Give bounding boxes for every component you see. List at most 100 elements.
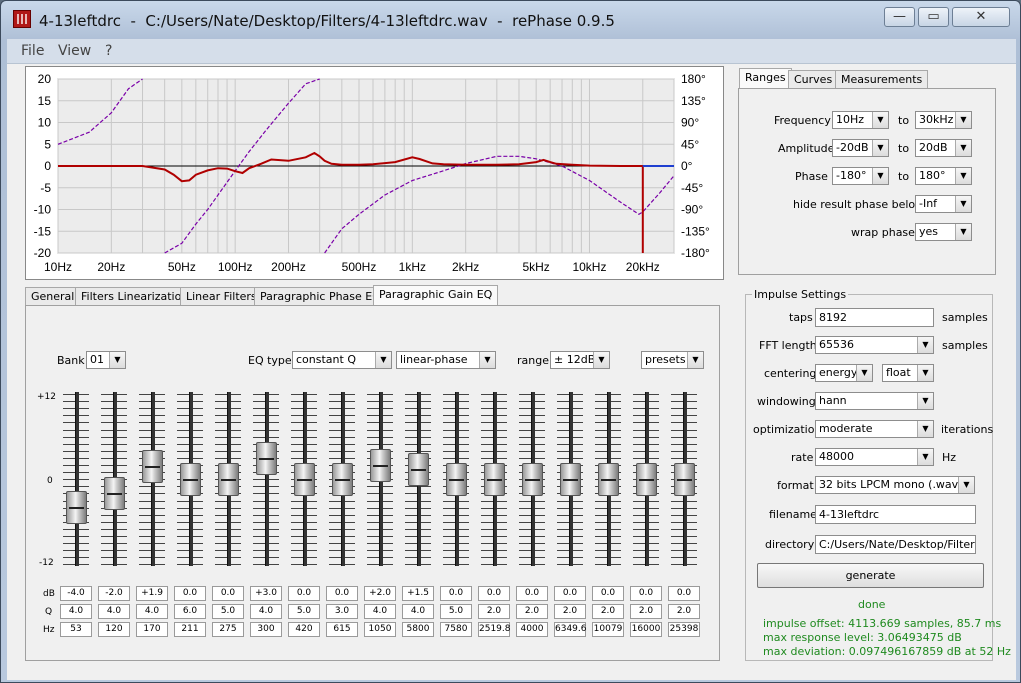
fader-knob[interactable] <box>218 463 239 496</box>
band-q-value[interactable]: 2.0 <box>630 604 662 619</box>
band-q-value[interactable]: 2.0 <box>478 604 510 619</box>
fader-knob[interactable] <box>674 463 695 496</box>
band-db-value[interactable]: 0.0 <box>554 586 586 601</box>
fft-length-select[interactable]: 65536 ▼ <box>815 336 934 354</box>
eq-type-select[interactable]: constant Q ▼ <box>292 351 392 369</box>
band-q-value[interactable]: 4.0 <box>60 604 92 619</box>
band-hz-value[interactable]: 420 <box>288 622 320 637</box>
eq-fader-1[interactable] <box>60 388 92 570</box>
tab-paragraphic-gain-eq[interactable]: Paragraphic Gain EQ <box>373 285 499 305</box>
menu-help[interactable]: ? <box>105 43 112 59</box>
band-q-value[interactable]: 5.0 <box>212 604 244 619</box>
fader-knob[interactable] <box>66 491 87 524</box>
band-db-value[interactable]: 0.0 <box>174 586 206 601</box>
eq-fader-17[interactable] <box>668 388 700 570</box>
fader-knob[interactable] <box>560 463 581 496</box>
band-hz-value[interactable]: 16000 <box>630 622 662 637</box>
fader-knob[interactable] <box>294 463 315 496</box>
band-hz-value[interactable]: 1050 <box>364 622 396 637</box>
band-db-value[interactable]: +1.5 <box>402 586 434 601</box>
wrap-phase-select[interactable]: yes ▼ <box>915 223 972 241</box>
band-db-value[interactable]: 0.0 <box>516 586 548 601</box>
band-q-value[interactable]: 2.0 <box>668 604 700 619</box>
windowing-select[interactable]: hann ▼ <box>815 392 934 410</box>
eq-fader-5[interactable] <box>212 388 244 570</box>
band-db-value[interactable]: 0.0 <box>592 586 624 601</box>
band-q-value[interactable]: 6.0 <box>174 604 206 619</box>
fader-knob[interactable] <box>484 463 505 496</box>
band-q-value[interactable]: 5.0 <box>440 604 472 619</box>
band-hz-value[interactable]: 300 <box>250 622 282 637</box>
fader-knob[interactable] <box>180 463 201 496</box>
band-hz-value[interactable]: 615 <box>326 622 358 637</box>
menu-file[interactable]: File <box>21 43 44 59</box>
eq-fader-8[interactable] <box>326 388 358 570</box>
eq-fader-16[interactable] <box>630 388 662 570</box>
directory-field[interactable]: C:/Users/Nate/Desktop/Filters <box>815 535 976 554</box>
menu-view[interactable]: View <box>58 43 91 59</box>
fader-knob[interactable] <box>142 449 163 483</box>
band-hz-value[interactable]: 211 <box>174 622 206 637</box>
eq-fader-11[interactable] <box>440 388 472 570</box>
eq-fader-12[interactable] <box>478 388 510 570</box>
band-q-value[interactable]: 4.0 <box>402 604 434 619</box>
band-db-value[interactable]: 0.0 <box>440 586 472 601</box>
band-hz-value[interactable]: 120 <box>98 622 130 637</box>
band-q-value[interactable]: 3.0 <box>326 604 358 619</box>
fader-knob[interactable] <box>332 463 353 496</box>
band-hz-value[interactable]: 5800 <box>402 622 434 637</box>
band-db-value[interactable]: -2.0 <box>98 586 130 601</box>
fader-knob[interactable] <box>408 452 429 486</box>
eq-fader-7[interactable] <box>288 388 320 570</box>
format-select[interactable]: 32 bits LPCM mono (.wav) ▼ <box>815 476 975 494</box>
eq-fader-15[interactable] <box>592 388 624 570</box>
frequency-to-select[interactable]: 30kHz ▼ <box>915 111 972 129</box>
minimize-button[interactable]: — <box>884 7 915 27</box>
phase-mode-select[interactable]: linear-phase ▼ <box>396 351 496 369</box>
centering-mode-select[interactable]: float ▼ <box>882 364 934 382</box>
band-hz-value[interactable]: 53 <box>60 622 92 637</box>
range-select[interactable]: ± 12dB ▼ <box>550 351 610 369</box>
band-q-value[interactable]: 4.0 <box>364 604 396 619</box>
eq-fader-14[interactable] <box>554 388 586 570</box>
fader-knob[interactable] <box>636 463 657 496</box>
band-db-value[interactable]: +2.0 <box>364 586 396 601</box>
phase-from-select[interactable]: -180° ▼ <box>832 167 889 185</box>
close-button[interactable]: ✕ <box>952 7 1010 27</box>
band-q-value[interactable]: 4.0 <box>98 604 130 619</box>
band-q-value[interactable]: 4.0 <box>250 604 282 619</box>
band-q-value[interactable]: 2.0 <box>516 604 548 619</box>
phase-to-select[interactable]: 180° ▼ <box>915 167 972 185</box>
tab-general[interactable]: General <box>25 287 81 305</box>
eq-fader-9[interactable] <box>364 388 396 570</box>
band-db-value[interactable]: 0.0 <box>212 586 244 601</box>
filename-field[interactable]: 4-13leftdrc <box>815 505 976 524</box>
maximize-button[interactable]: ▭ <box>918 7 949 27</box>
band-q-value[interactable]: 2.0 <box>554 604 586 619</box>
generate-button[interactable]: generate <box>757 563 984 588</box>
band-db-value[interactable]: +3.0 <box>250 586 282 601</box>
fader-knob[interactable] <box>256 442 277 475</box>
tab-linear-filters[interactable]: Linear Filters <box>180 287 263 305</box>
amplitude-to-select[interactable]: 20dB ▼ <box>915 139 972 157</box>
eq-fader-3[interactable] <box>136 388 168 570</box>
band-hz-value[interactable]: 7580 <box>440 622 472 637</box>
band-q-value[interactable]: 5.0 <box>288 604 320 619</box>
fader-knob[interactable] <box>598 463 619 496</box>
eq-fader-6[interactable] <box>250 388 282 570</box>
tab-filters-linearization[interactable]: Filters Linearization <box>75 287 195 305</box>
frequency-from-select[interactable]: 10Hz ▼ <box>832 111 889 129</box>
taps-field[interactable]: 8192 <box>815 308 934 327</box>
band-db-value[interactable]: 0.0 <box>288 586 320 601</box>
tab-measurements[interactable]: Measurements <box>835 70 929 88</box>
eq-fader-4[interactable] <box>174 388 206 570</box>
band-hz-value[interactable]: 25398 <box>668 622 700 637</box>
band-db-value[interactable]: 0.0 <box>630 586 662 601</box>
eq-fader-13[interactable] <box>516 388 548 570</box>
fader-knob[interactable] <box>522 463 543 496</box>
amplitude-from-select[interactable]: -20dB ▼ <box>832 139 889 157</box>
eq-fader-10[interactable] <box>402 388 434 570</box>
band-hz-value[interactable]: 2519.8 <box>478 622 511 637</box>
tab-ranges[interactable]: Ranges <box>739 68 792 88</box>
fader-knob[interactable] <box>370 449 391 482</box>
